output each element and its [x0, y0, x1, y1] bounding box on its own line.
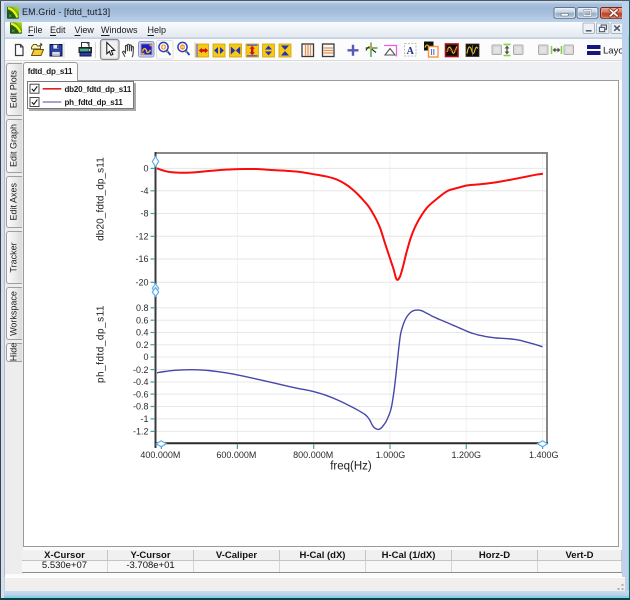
- svg-text:Tracker: Tracker: [9, 242, 19, 272]
- svg-text:Hide: Hide: [9, 343, 19, 362]
- svg-text:Workspace: Workspace: [9, 291, 19, 336]
- svg-text:Edit Plots: Edit Plots: [9, 70, 19, 109]
- svg-text:Edit Graph: Edit Graph: [9, 124, 19, 167]
- svg-text:Edit Axes: Edit Axes: [9, 182, 19, 220]
